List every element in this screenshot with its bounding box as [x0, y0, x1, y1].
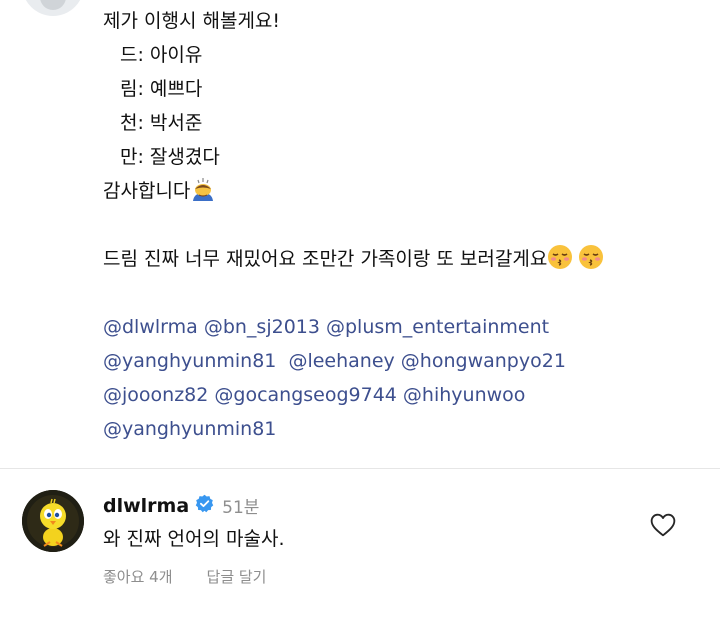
like-count[interactable]: 좋아요 4개	[103, 566, 173, 587]
post-caption: 제가 이행시 해볼게요! 드: 아이유 림: 예쁘다 천: 박서준 만: 잘생겼…	[103, 4, 604, 446]
kissing-face-emoji	[578, 244, 604, 281]
divider	[0, 468, 720, 469]
reply-button[interactable]: 답글 달기	[207, 566, 267, 587]
mention-line[interactable]: @yanghyunmin81	[103, 412, 604, 446]
review-text: 드림 진짜 너무 재밌어요 조만간 가족이랑 또 보러갈게요	[103, 248, 548, 270]
verified-badge-icon	[195, 494, 214, 517]
comment-actions: 좋아요 4개 답글 달기	[103, 566, 266, 587]
poster-avatar[interactable]	[22, 0, 84, 16]
mention-line[interactable]: @jooonz82 @gocangseog9744 @hihyunwoo	[103, 378, 604, 412]
kissing-face-emoji	[547, 244, 573, 281]
caption-line: 감사합니다	[103, 174, 604, 208]
thanks-text: 감사합니다	[103, 180, 191, 202]
mention-line[interactable]: @yanghyunmin81 @leehaney @hongwanpyo21	[103, 344, 604, 378]
comment-time: 51분	[222, 498, 260, 518]
comment-text: 와 진짜 언어의 마술사.	[103, 528, 285, 550]
caption-line: 제가 이행시 해볼게요!	[103, 10, 281, 32]
commenter-avatar[interactable]	[22, 490, 84, 552]
comment-username[interactable]: dlwlrma	[103, 495, 189, 517]
mention-line[interactable]: @dlwlrma @bn_sj2013 @plusm_entertainment	[103, 310, 604, 344]
caption-line: 림: 예쁘다	[120, 78, 203, 100]
heart-icon[interactable]	[650, 513, 676, 537]
caption-line: 만: 잘생겼다	[120, 146, 220, 168]
comment-header: dlwlrma 51분	[103, 493, 260, 519]
bowing-person-emoji	[190, 178, 216, 213]
caption-line: 드: 아이유	[120, 44, 203, 66]
caption-line: 천: 박서준	[120, 112, 203, 134]
caption-line: 드림 진짜 너무 재밌어요 조만간 가족이랑 또 보러갈게요	[103, 242, 604, 276]
